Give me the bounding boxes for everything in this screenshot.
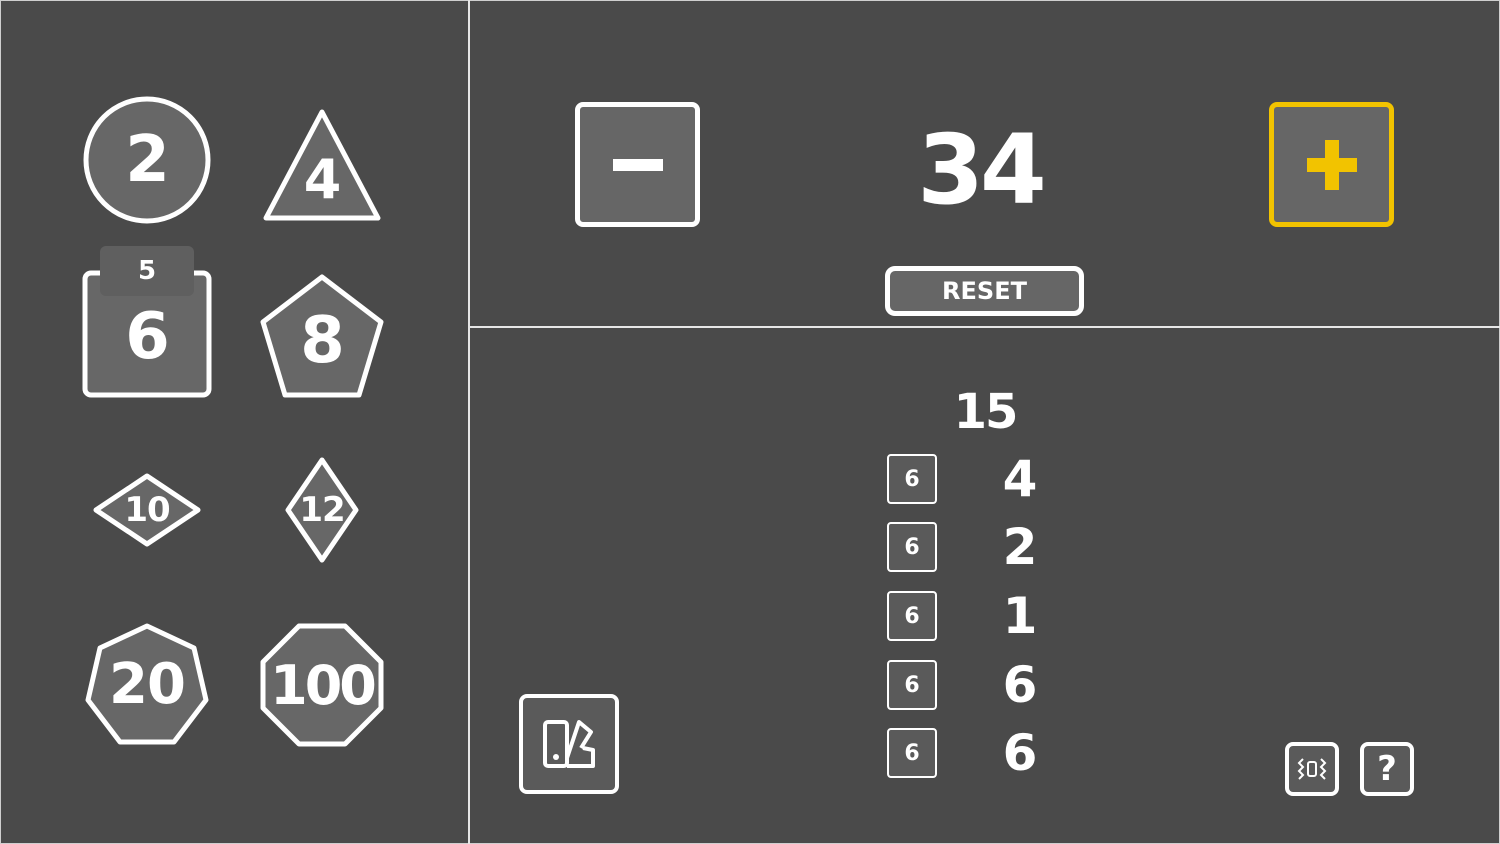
- die-d12-button[interactable]: 12: [284, 456, 360, 564]
- die-label: 4: [303, 147, 342, 211]
- roll-value: 2: [1002, 518, 1038, 576]
- die-d4-button[interactable]: 4: [262, 106, 382, 224]
- die-label: 8: [300, 304, 345, 378]
- roll-value: 6: [1002, 656, 1038, 714]
- panel-divider-horizontal: [470, 326, 1500, 328]
- die-label: 12: [299, 490, 345, 530]
- plus-icon: [1306, 139, 1357, 190]
- roll-value: 1: [1002, 587, 1038, 645]
- decrease-modifier-button[interactable]: [575, 102, 700, 227]
- panel-divider-vertical: [468, 0, 470, 844]
- roll-value: 6: [1002, 724, 1038, 782]
- vibration-icon: [1297, 758, 1327, 780]
- roll-die-badge: 6: [887, 454, 937, 504]
- die-d20-button[interactable]: 20: [84, 622, 210, 746]
- die-label: 10: [124, 490, 170, 530]
- modifier-value: 34: [917, 114, 1047, 226]
- roll-die-badge: 6: [887, 591, 937, 641]
- roll-die-badge: 6: [887, 660, 937, 710]
- vibration-toggle-button[interactable]: [1285, 742, 1339, 796]
- die-count-badge: 5: [100, 246, 194, 296]
- die-d10-button[interactable]: 10: [92, 472, 202, 548]
- roll-die-badge: 6: [887, 728, 937, 778]
- reset-button[interactable]: RESET: [885, 266, 1084, 316]
- palette-icon: [543, 720, 595, 768]
- die-label: 20: [109, 651, 186, 717]
- die-label: 2: [125, 123, 170, 197]
- theme-button[interactable]: [519, 694, 619, 794]
- die-d100-button[interactable]: 100: [259, 622, 385, 748]
- roll-total: 15: [953, 384, 1019, 440]
- increase-modifier-button[interactable]: [1269, 102, 1394, 227]
- die-d2-button[interactable]: 2: [82, 96, 212, 224]
- help-button[interactable]: ?: [1360, 742, 1414, 796]
- die-d8-button[interactable]: 8: [258, 272, 386, 400]
- minus-icon: [612, 158, 663, 171]
- roll-die-badge: 6: [887, 522, 937, 572]
- die-label: 100: [270, 653, 377, 717]
- roll-value: 4: [1002, 450, 1038, 508]
